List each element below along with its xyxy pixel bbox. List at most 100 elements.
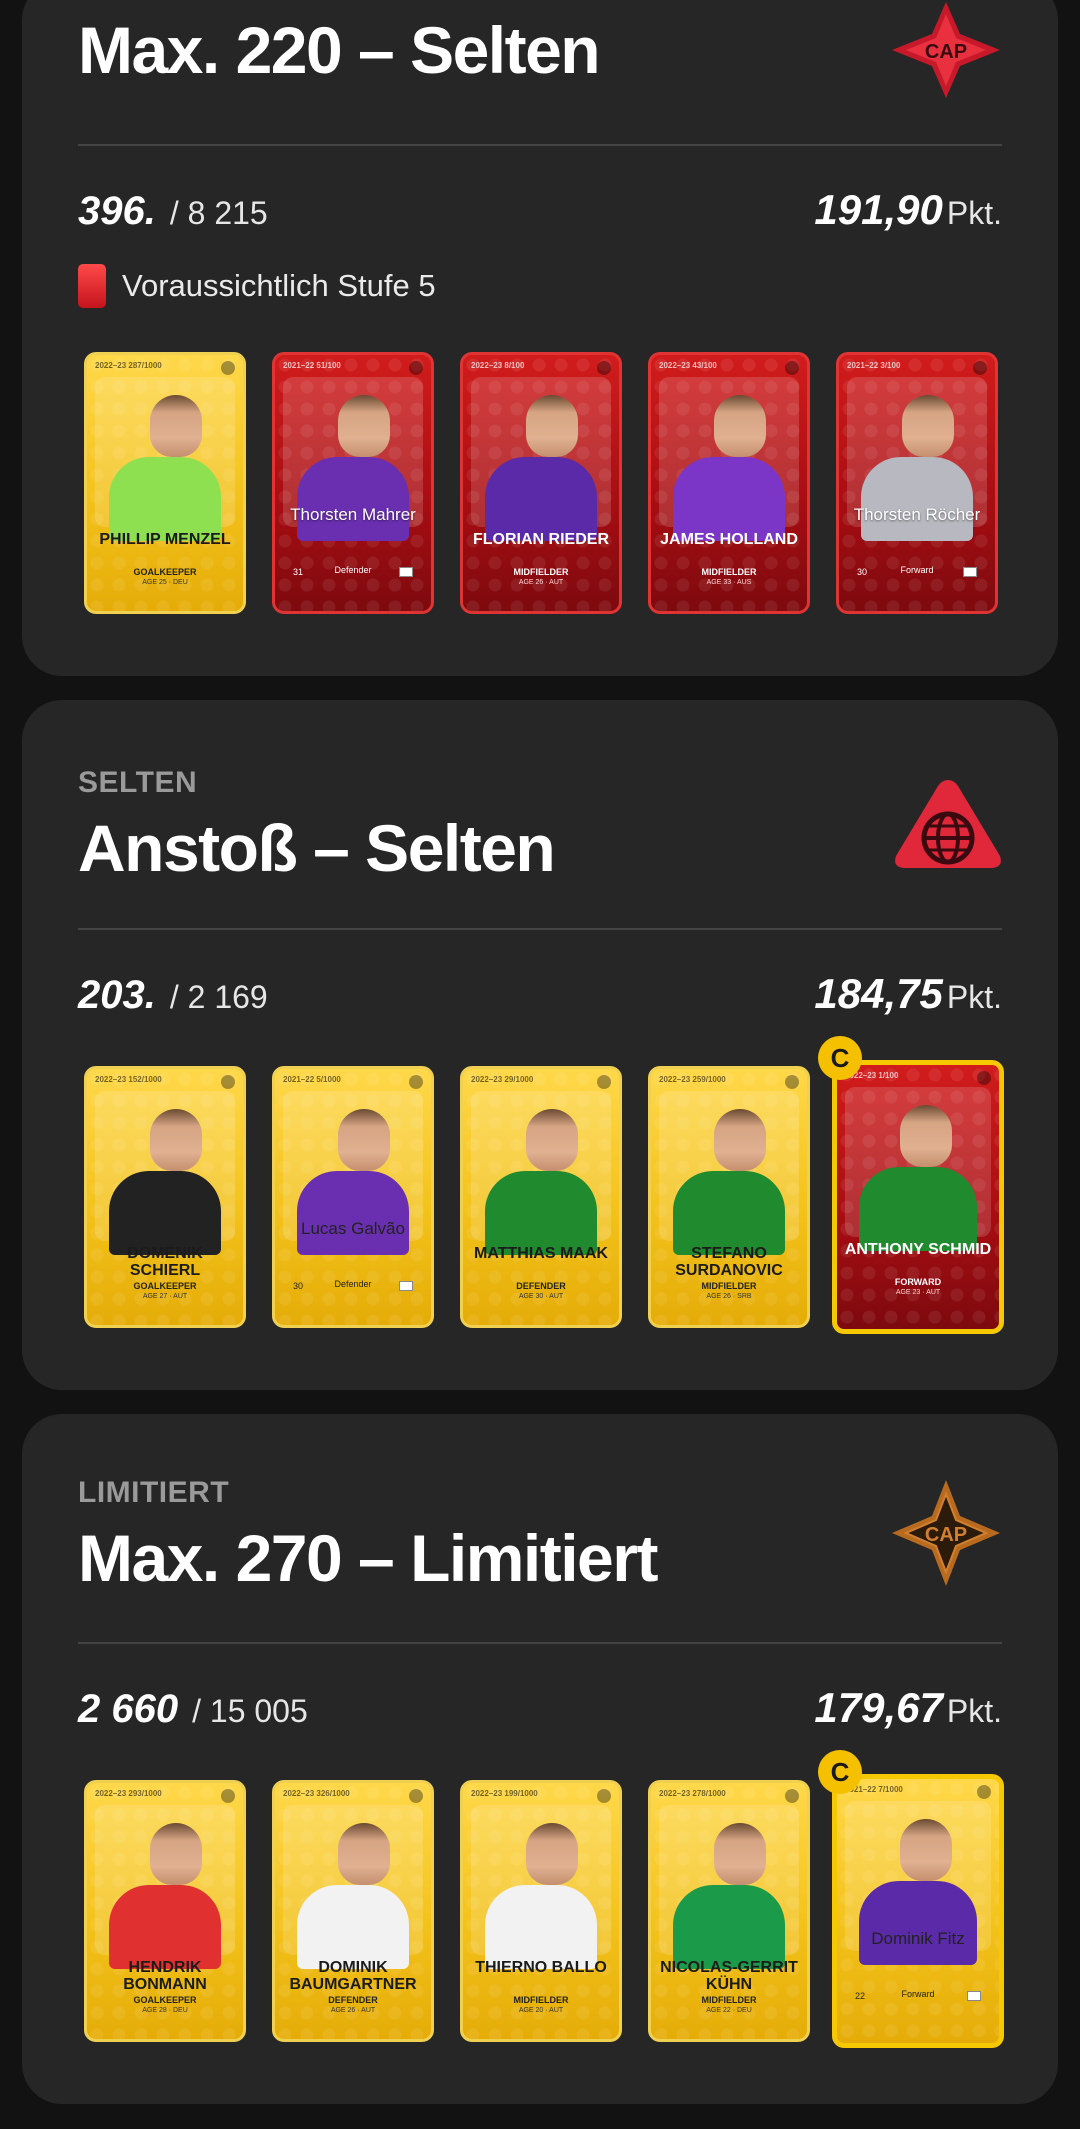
player-photo <box>471 1091 611 1255</box>
player-card[interactable]: 2022–23 199/1000 THIERNO BALLO MIDFIELDER A… <box>460 1780 622 2042</box>
competition-card-max220-selten[interactable]: Max. 220 – Selten CAP 396. / 8 215 191,90… <box>22 0 1058 676</box>
country-flag-icon <box>399 567 413 577</box>
competition-title: Max. 270 – Limitiert <box>78 1521 658 1595</box>
player-age-country: AGE 33 · AUS <box>706 579 752 586</box>
player-name: Thorsten Mahrer <box>290 505 416 524</box>
club-crest-icon <box>973 361 987 375</box>
player-position: GOALKEEPER <box>133 567 197 577</box>
competition-card-max270-limitiert[interactable]: LIMITIERT Max. 270 – Limitiert CAP 2 660… <box>22 1414 1058 2104</box>
player-name: DOMINIK BAUMGARTNER <box>289 1959 417 1993</box>
player-head <box>150 1823 202 1885</box>
player-card[interactable]: 2022–23 1/100 ANTHONY SCHMID FORWARD AGE 23… <box>832 1060 1004 1334</box>
player-jersey <box>673 1885 785 1969</box>
player-photo <box>845 1087 991 1251</box>
divider <box>78 928 1002 930</box>
player-jersey <box>485 457 597 541</box>
player-photo <box>471 1805 611 1969</box>
points-unit: Pkt. <box>946 195 1002 231</box>
player-card[interactable]: 2022–23 43/100 JAMES HOLLAND MIDFIELDER AGE… <box>648 352 810 614</box>
player-card[interactable]: 2021–22 7/1000 Dominik Fitz 22 Forward <box>832 1774 1004 2048</box>
player-age-country: AGE 20 · AUT <box>518 2007 564 2014</box>
club-crest-icon <box>221 1075 235 1089</box>
player-age-country: AGE 26 · AUT <box>330 2007 376 2014</box>
player-head <box>526 1109 578 1171</box>
player-head <box>338 1823 390 1885</box>
player-position: MIDFIELDER <box>701 1281 757 1291</box>
card-serial: 2021–22 5/1000 <box>283 1075 341 1084</box>
card-serial: 2022–23 287/1000 <box>95 361 162 370</box>
player-head <box>338 1109 390 1171</box>
player-name: JAMES HOLLAND <box>660 531 798 548</box>
player-photo <box>283 1805 423 1969</box>
card-serial: 2021–22 51/100 <box>283 361 341 370</box>
player-card[interactable]: 2022–23 293/1000 HENDRIK BONMANN GOALKEEPE… <box>84 1780 246 2042</box>
player-jersey <box>485 1171 597 1255</box>
player-card[interactable]: 2022–23 29/1000 MATTHIAS MAAK DEFENDER AGE … <box>460 1066 622 1328</box>
player-name: Dominik Fitz <box>871 1929 965 1948</box>
player-photo <box>471 377 611 541</box>
lineup-cards: 2022–23 287/1000 PHILLIP MENZEL GOALKEEPER… <box>84 352 1042 622</box>
player-head <box>714 1823 766 1885</box>
player-card[interactable]: 2022–23 8/100 FLORIAN RIEDER MIDFIELDER AGE… <box>460 352 622 614</box>
player-card[interactable]: 2022–23 152/1000 DOMENIK SCHIERL GOALKEEPE… <box>84 1066 246 1328</box>
player-card[interactable]: 2022–23 287/1000 PHILLIP MENZEL GOALKEEPER… <box>84 352 246 614</box>
card-serial: 2022–23 259/1000 <box>659 1075 726 1084</box>
lineup-cards: 2022–23 293/1000 HENDRIK BONMANN GOALKEEPE… <box>84 1750 1042 2050</box>
player-card[interactable]: 2022–23 326/1000 DOMINIK BAUMGARTNER DEFEN… <box>272 1780 434 2042</box>
player-photo <box>95 1805 235 1969</box>
player-jersey <box>485 1885 597 1969</box>
rank-value: 203. <box>78 973 156 1017</box>
player-name: ANTHONY SCHMID <box>844 1241 992 1258</box>
rank-value: 396. <box>78 189 156 233</box>
player-head <box>900 1105 952 1167</box>
rank-total: / 2 169 <box>169 979 268 1015</box>
level-label: Voraussichtlich Stufe 5 <box>122 268 436 303</box>
rank-total: / 8 215 <box>169 195 268 231</box>
player-head <box>150 1109 202 1171</box>
player-name: HENDRIK BONMANN <box>123 1959 207 1993</box>
cap-badge-text: CAP <box>925 41 967 63</box>
club-crest-icon <box>221 1789 235 1803</box>
card-serial: 2022–23 326/1000 <box>283 1789 350 1798</box>
player-position: MIDFIELDER <box>513 567 569 577</box>
country-flag-icon <box>963 567 977 577</box>
player-jersey <box>297 1171 409 1255</box>
club-crest-icon <box>785 361 799 375</box>
cap-badge-icon: CAP <box>892 1480 1000 1586</box>
player-head <box>526 395 578 457</box>
points-value: 184,75 <box>814 970 943 1017</box>
player-card[interactable]: 2021–22 3/100 Thorsten Röcher 30 Forward <box>836 352 998 614</box>
card-serial: 2022–23 29/1000 <box>471 1075 534 1084</box>
competition-card-anstoss-selten[interactable]: SELTEN Anstoß – Selten 203. / 2 169 184,7… <box>22 700 1058 1390</box>
points-value: 179,67 <box>814 1684 943 1731</box>
rarity-kicker: LIMITIERT <box>78 1476 230 1509</box>
points-value: 191,90 <box>814 186 943 233</box>
player-name: DOMENIK SCHIERL <box>127 1245 203 1279</box>
rarity-kicker: SELTEN <box>78 766 198 799</box>
player-card[interactable]: 2022–23 259/1000 STEFANO SURDANOVIC MIDFIE… <box>648 1066 810 1328</box>
player-name: PHILLIP MENZEL <box>99 531 231 548</box>
club-crest-icon <box>785 1075 799 1089</box>
player-age-country: AGE 26 · AUT <box>518 579 564 586</box>
player-photo <box>95 1091 235 1255</box>
player-jersey <box>859 1167 977 1251</box>
club-crest-icon <box>977 1071 991 1085</box>
level-chip-icon <box>78 264 106 308</box>
player-card[interactable]: 2022–23 278/1000 NICOLAS-GERRIT KÜHN MIDFI… <box>648 1780 810 2042</box>
card-serial: 2021–22 3/100 <box>847 361 901 370</box>
level-indicator: Voraussichtlich Stufe 5 <box>78 264 436 308</box>
player-head <box>900 1819 952 1881</box>
player-jersey <box>297 457 409 541</box>
player-card[interactable]: 2021–22 5/1000 Lucas Galvão 30 Defender <box>272 1066 434 1328</box>
lineup-cards: 2022–23 152/1000 DOMENIK SCHIERL GOALKEEPE… <box>84 1036 1042 1336</box>
player-photo <box>95 377 235 541</box>
player-age-country: AGE 26 · SRB <box>706 1293 752 1300</box>
player-card[interactable]: 2021–22 51/100 Thorsten Mahrer 31 Defender <box>272 352 434 614</box>
cap-badge-icon: CAP <box>892 2 1000 98</box>
globe-badge-icon <box>895 780 1001 868</box>
player-head <box>338 395 390 457</box>
player-jersey <box>297 1885 409 1969</box>
player-age-country: AGE 28 · DEU <box>142 2007 188 2014</box>
rank-total: / 15 005 <box>192 1693 308 1729</box>
player-position: DEFENDER <box>328 1995 378 2005</box>
